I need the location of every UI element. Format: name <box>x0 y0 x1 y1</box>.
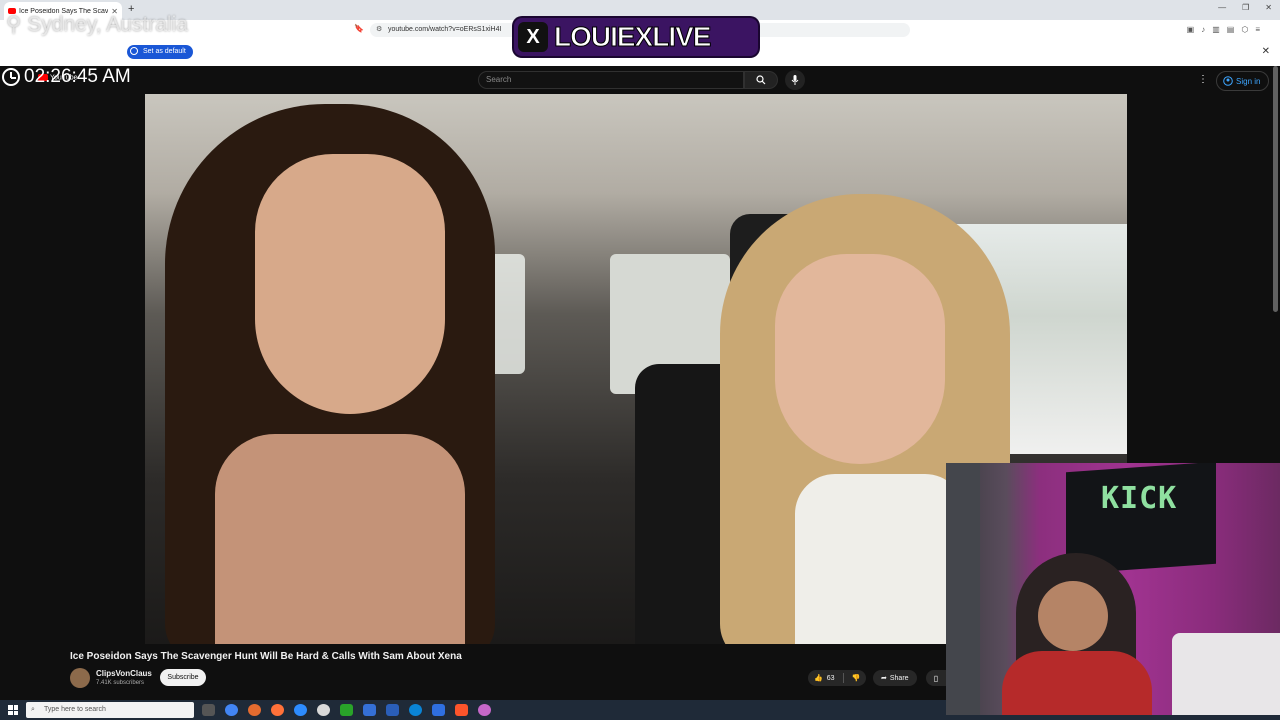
obs-icon[interactable] <box>317 704 330 716</box>
task-view-icon[interactable] <box>202 704 215 716</box>
browser-toolbar-icons: ▣ ♪ ▥ ▤ ⬡ ≡ <box>1187 25 1260 34</box>
firefox-icon[interactable] <box>248 704 261 716</box>
search-button[interactable] <box>744 71 778 89</box>
file-explorer-icon[interactable] <box>363 704 376 716</box>
windows-start-icon[interactable] <box>8 705 18 715</box>
menu-icon[interactable]: ≡ <box>1255 25 1260 34</box>
music-icon[interactable]: ♪ <box>1201 25 1205 34</box>
webcam-bed <box>1172 633 1280 715</box>
microphone-icon <box>791 75 799 85</box>
streamer-logo-text: LOUIEXLIVE <box>553 21 711 53</box>
like-icon[interactable]: 👍 <box>814 674 823 682</box>
overlay-location-text: Sydney, Australia <box>27 13 188 36</box>
url-text: youtube.com/watch?v=oERsS1xiH4I <box>388 26 502 33</box>
overlay-time: 02:26:45 AM <box>2 66 131 88</box>
voice-search-button[interactable] <box>785 70 805 90</box>
share-icon: ➦ <box>881 675 887 682</box>
channel-name[interactable]: ClipsVonClaus <box>96 669 152 678</box>
browser-tab-bar: Ice Poseidon Says The Scaven ✕ + — ❐ ✕ <box>0 0 1280 20</box>
taskbar-search-icon: ⌕ <box>31 706 35 713</box>
set-default-button[interactable]: Set as default <box>127 45 193 59</box>
overlay-location: ⚲ Sydney, Australia <box>6 12 188 37</box>
streamer-face <box>1038 581 1108 651</box>
window-controls: — ❐ ✕ <box>1218 3 1272 12</box>
more-options-icon[interactable]: ⋮ <box>1198 74 1208 85</box>
close-window-icon[interactable]: ✕ <box>1265 3 1272 12</box>
clock-icon <box>2 68 20 86</box>
person-right-body <box>795 474 965 644</box>
kick-banner-text: KICK <box>1101 481 1178 516</box>
restore-icon[interactable]: ❐ <box>1242 3 1249 12</box>
taskbar-apps <box>202 704 491 716</box>
search-icon <box>756 75 766 85</box>
page-scrollbar[interactable] <box>1273 66 1278 312</box>
overlay-date-text: 04/08/2024 <box>26 40 117 60</box>
site-info-icon[interactable]: ⚙ <box>376 23 382 37</box>
person-left-face <box>255 154 445 414</box>
overlay-date: ▦ 04/08/2024 <box>6 40 116 61</box>
video-title: Ice Poseidon Says The Scavenger Hunt Wil… <box>70 651 462 662</box>
like-dislike-group: 👍 63 👎 <box>808 670 867 686</box>
sidebar-icon[interactable]: ▥ <box>1212 25 1220 34</box>
channel-avatar[interactable] <box>70 668 90 688</box>
app-blue-2-icon[interactable] <box>432 704 445 716</box>
vpn-icon[interactable]: ⬡ <box>1241 25 1248 34</box>
app-green-icon[interactable] <box>340 704 353 716</box>
taskbar-search-input[interactable]: ⌕ Type here to search <box>26 702 194 718</box>
like-count: 63 <box>826 674 835 682</box>
person-left-body <box>215 434 465 644</box>
bookmark-save-icon: ▯ <box>933 673 939 683</box>
dislike-icon[interactable]: 👎 <box>852 674 861 682</box>
x-logo-icon: X <box>518 22 548 52</box>
bookmark-icon[interactable]: 🔖 <box>354 24 364 33</box>
calendar-icon: ▦ <box>6 43 22 60</box>
location-pin-icon: ⚲ <box>6 13 22 36</box>
brave-icon[interactable] <box>455 704 468 716</box>
app-blue-icon[interactable] <box>386 704 399 716</box>
share-label: Share <box>889 674 909 682</box>
taskbar-search-placeholder: Type here to search <box>44 706 106 713</box>
info-bar-close-icon[interactable]: ✕ <box>1262 46 1270 57</box>
overlay-time-text: 02:26:45 AM <box>24 66 131 87</box>
account-icon <box>1223 76 1233 86</box>
chrome-icon[interactable] <box>225 704 238 716</box>
webcam-overlay: KICK <box>946 463 1280 715</box>
subscriber-count: 7.41K subscribers <box>96 680 145 686</box>
subscribe-button[interactable]: Subscribe <box>160 669 206 686</box>
share-button[interactable]: ➦ Share <box>873 670 917 686</box>
search-input[interactable]: Search <box>478 71 744 89</box>
minimize-icon[interactable]: — <box>1218 3 1226 12</box>
save-button[interactable]: ▯ <box>926 670 946 686</box>
streamer-logo-badge: X LOUIEXLIVE <box>514 18 758 56</box>
youtube-header: YouTube Search ⋮ Sign in <box>0 66 1280 94</box>
wallet-icon[interactable]: ▤ <box>1227 25 1235 34</box>
like-divider <box>842 673 844 683</box>
webcam-door <box>946 463 980 715</box>
edge-icon[interactable] <box>409 704 422 716</box>
browser-app-icon[interactable] <box>294 704 307 716</box>
firefox-dev-icon[interactable] <box>271 704 284 716</box>
extension-icon[interactable]: ▣ <box>1187 25 1195 34</box>
sign-in-button[interactable]: Sign in <box>1216 71 1270 91</box>
streamer-shirt <box>1002 651 1152 715</box>
app-purple-icon[interactable] <box>478 704 491 716</box>
sign-in-label: Sign in <box>1236 76 1261 86</box>
person-right-face <box>775 254 945 464</box>
